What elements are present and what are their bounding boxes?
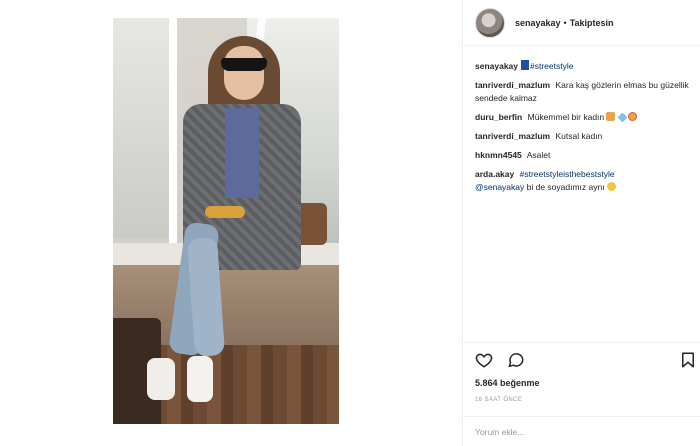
flag-icon: [521, 60, 530, 70]
comment-item: tanriverdi_mazlum Kutsal kadın: [475, 130, 697, 143]
comment-item: arda.akay #streetstyleisthebeststyle @se…: [475, 168, 697, 194]
gem-emoji-icon: [617, 112, 628, 123]
add-comment-box: [463, 416, 700, 446]
likes-count[interactable]: 5.864 beğenme: [475, 378, 540, 388]
comment-hashtag[interactable]: #streetstyleisthebeststyle: [520, 169, 615, 179]
avatar[interactable]: [475, 7, 505, 38]
caption-username[interactable]: senayakay: [475, 61, 518, 71]
comment-icon[interactable]: [507, 351, 525, 369]
comment-text: bi de soyadımız aynı: [526, 182, 605, 192]
action-bar: [463, 342, 700, 372]
smile-emoji-icon: [606, 182, 616, 191]
comment-text: Mükemmel bir kadın: [527, 112, 605, 122]
follow-status[interactable]: Takiptesin: [570, 18, 614, 28]
caption: senayakay #streetstyle: [475, 60, 697, 73]
comment-username[interactable]: arda.akay: [475, 169, 514, 179]
comment-text: Asalet: [526, 150, 551, 160]
heart-icon[interactable]: [475, 351, 493, 369]
comment-item: duru_berfin Mükemmel bir kadın: [475, 111, 697, 124]
praying-hands-emoji-icon: [606, 112, 616, 121]
comment-text: Kutsal kadın: [555, 131, 603, 141]
comment-mention[interactable]: @senayakay: [475, 182, 524, 192]
comment-username[interactable]: tanriverdi_mazlum: [475, 131, 550, 141]
header-separator: •: [563, 17, 567, 28]
comment-item: hknmn4545 Asalet: [475, 149, 697, 162]
comment-list: senayakay #streetstyle tanriverdi_mazlum …: [475, 60, 697, 200]
bookmark-icon[interactable]: [679, 351, 697, 369]
comment-username[interactable]: hknmn4545: [475, 150, 522, 160]
comment-item: tanriverdi_mazlum Kara kaş gözlerin elma…: [475, 79, 697, 105]
comment-username[interactable]: duru_berfin: [475, 112, 522, 122]
comment-username[interactable]: tanriverdi_mazlum: [475, 80, 550, 90]
post-photo[interactable]: [113, 18, 339, 424]
comment-input[interactable]: [475, 425, 685, 439]
photo-area: [0, 0, 462, 446]
caption-hashtag[interactable]: #streetstyle: [530, 61, 573, 71]
post-time: 16 SAAT ÖNCE: [475, 397, 523, 403]
heart-eyes-emoji-icon: [628, 112, 638, 121]
post-sidebar: senayakay • Takiptesin senayakay #streets…: [462, 0, 700, 446]
instagram-post: senayakay • Takiptesin senayakay #streets…: [0, 0, 700, 446]
post-header: senayakay • Takiptesin: [463, 0, 700, 46]
header-username[interactable]: senayakay: [515, 18, 561, 28]
